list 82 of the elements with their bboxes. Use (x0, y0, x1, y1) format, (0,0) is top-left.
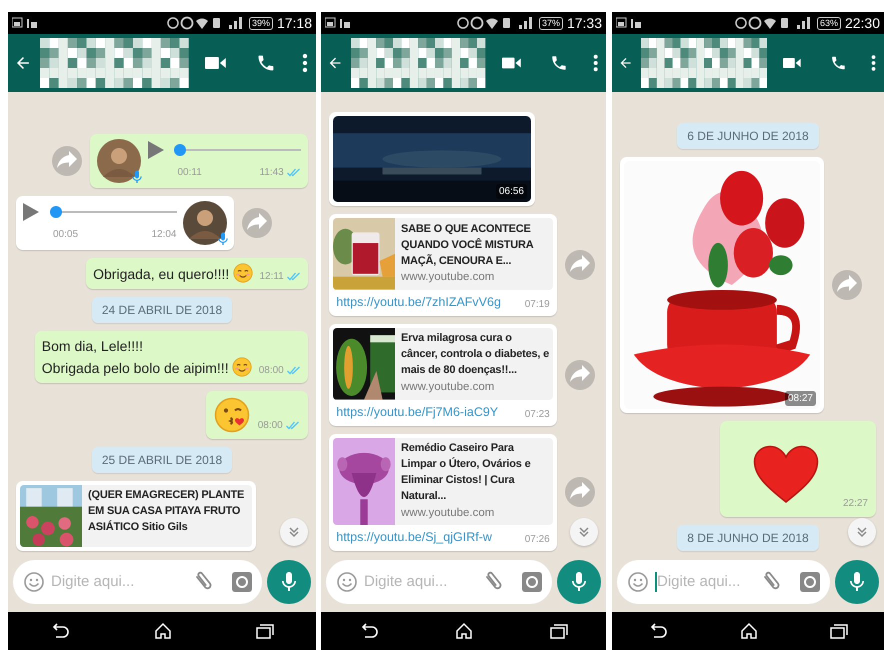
home-icon[interactable] (154, 622, 172, 640)
date-label: 24 DE ABRIL DE 2018 (92, 297, 232, 323)
video-call-icon[interactable] (783, 55, 802, 71)
message-field[interactable]: Digite aqui... (51, 570, 186, 594)
scroll-down-button[interactable] (280, 518, 308, 546)
back-arrow-icon[interactable] (14, 54, 32, 72)
home-icon[interactable] (740, 622, 758, 640)
message-text: Bom dia, Lele!!!! Obrigada pelo bolo de aipim!!! (42, 338, 229, 376)
video-call-icon[interactable] (204, 55, 226, 71)
notification-icons-drawing (12, 17, 38, 29)
seek-thumb[interactable] (174, 144, 186, 156)
status-time: 22:30 (844, 14, 880, 32)
timestamp: 08:00 (258, 364, 284, 378)
mic-button[interactable] (557, 560, 601, 604)
avatar (97, 138, 141, 182)
timestamp: 11:43 (259, 166, 284, 180)
notification-icons-drawing (616, 17, 642, 29)
input-bar[interactable]: Digite aqui... (326, 560, 552, 604)
link-title: SABE O QUE ACONTECE QUANDO VOCÊ MISTURA MAÇÃ, CENOURA E... (401, 222, 534, 268)
avatar (183, 200, 227, 244)
camera-icon[interactable] (232, 572, 252, 592)
recent-apps-icon[interactable] (550, 623, 568, 639)
video-call-icon[interactable] (502, 55, 522, 71)
recent-apps-icon[interactable] (256, 623, 274, 639)
timestamp: 07:26 (524, 533, 550, 547)
menu-icon[interactable] (870, 53, 876, 73)
mic-button[interactable] (835, 560, 879, 604)
battery-indicator: 63% (816, 16, 841, 30)
link[interactable]: https://youtu.be/7zhIZAFvV6g (336, 293, 501, 312)
message-text: Obrigada, eu quero!!!! (93, 266, 230, 282)
timestamp: 08:27 (784, 391, 816, 406)
scroll-down-button[interactable] (848, 518, 876, 546)
seek-thumb[interactable] (50, 206, 62, 218)
link[interactable]: https://youtu.be/Fj7M6-iaC9Y (336, 402, 498, 422)
link-title: Erva milagrosa cura o câncer, controla o diabetes, e mais de 80 doenças!!... (401, 331, 550, 378)
double-chevron-down-icon (856, 526, 868, 538)
date-label: 25 DE ABRIL DE 2018 (92, 447, 232, 473)
link-title: (QUER EMAGRECER) PLANTE EM SUA CASA PITAYA FRUTO ASIÁTICO Sitio Gils (88, 488, 246, 536)
play-icon[interactable] (148, 140, 164, 159)
timestamp: 08:00 (258, 419, 283, 433)
timestamp: 07:23 (524, 408, 550, 422)
double-chevron-down-icon (288, 526, 300, 538)
camera-icon[interactable] (522, 572, 542, 592)
double-chevron-down-icon (578, 526, 590, 538)
date-label: 6 DE JUNHO DE 2018 (677, 123, 819, 149)
emoji-icon[interactable] (23, 571, 45, 593)
play-icon[interactable] (23, 202, 39, 221)
timestamp: 07:19 (524, 298, 550, 312)
emoji-icon[interactable] (627, 571, 649, 593)
link-title: Remédio Caseiro Para Limpar o Útero, Ovários e Eliminar Cistos! | Cura Natural... (401, 440, 532, 504)
timestamp: 06:56 (496, 184, 527, 200)
link-domain: www.youtube.com (401, 270, 496, 286)
input-bar[interactable]: Digite aqui... (13, 560, 262, 604)
message-field[interactable]: Digite aqui... (364, 570, 476, 594)
recent-apps-icon[interactable] (830, 623, 848, 639)
notification-icons-drawing (325, 17, 351, 29)
duration: 00:05 (53, 228, 78, 242)
camera-icon[interactable] (800, 572, 820, 592)
nav-back-icon[interactable] (359, 623, 380, 639)
nav-back-icon[interactable] (648, 623, 668, 639)
mic-button[interactable] (267, 560, 311, 604)
link-domain: www.youtube.com (401, 380, 496, 395)
timestamp: 22:27 (842, 497, 868, 511)
home-icon[interactable] (455, 622, 474, 640)
menu-icon[interactable] (592, 53, 598, 73)
link[interactable]: https://youtu.be/Sj_qjGIRf-w (336, 528, 492, 547)
status-time: 17:18 (276, 14, 312, 32)
scroll-down-button[interactable] (570, 518, 598, 546)
menu-icon[interactable] (302, 53, 308, 73)
timestamp: 12:04 (151, 228, 176, 242)
phone-call-icon[interactable] (256, 53, 276, 73)
battery-indicator: 37% (538, 16, 563, 30)
date-label: 8 DE JUNHO DE 2018 (677, 525, 819, 551)
duration: 00:11 (178, 166, 202, 180)
input-bar[interactable]: Digite aqui... (617, 560, 830, 604)
status-time: 17:33 (566, 14, 602, 32)
nav-back-icon[interactable] (50, 623, 70, 639)
message-field[interactable]: Digite aqui... (657, 570, 754, 594)
timestamp: 12:11 (259, 270, 284, 284)
link-domain: www.youtube.com (401, 506, 496, 520)
battery-indicator: 39% (248, 16, 273, 30)
emoji-icon[interactable] (336, 571, 358, 593)
